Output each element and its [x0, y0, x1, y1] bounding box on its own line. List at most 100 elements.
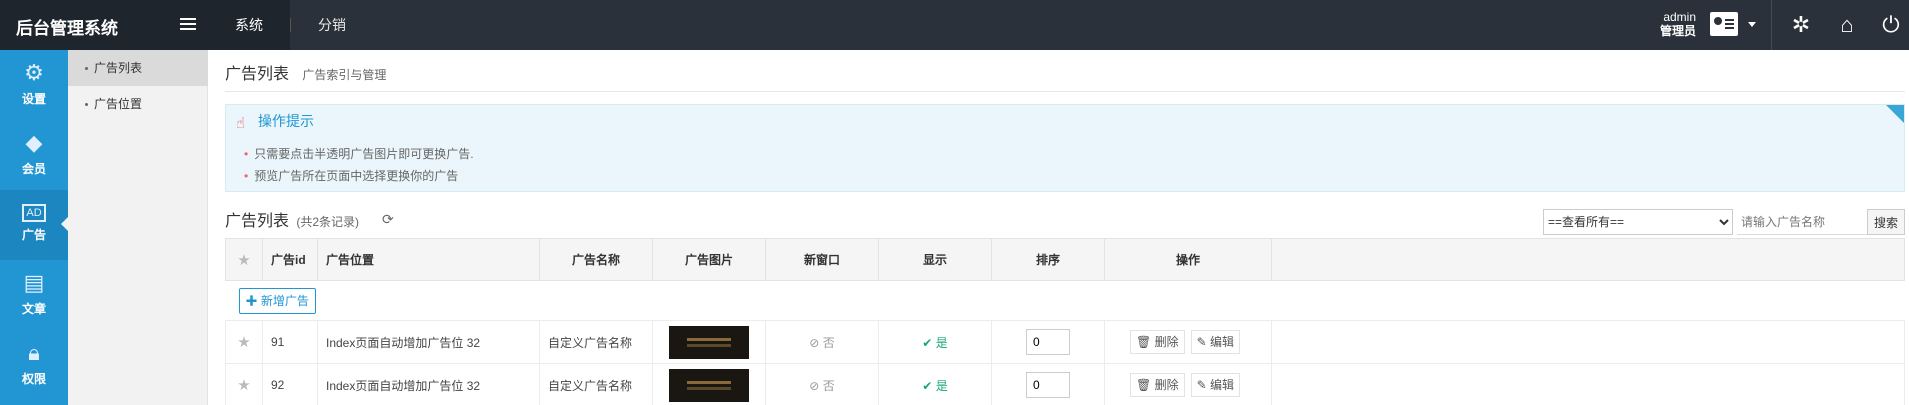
- record-count: (共2条记录): [296, 215, 360, 229]
- bullet-icon: [85, 67, 88, 71]
- edit-button[interactable]: ✎ 编辑: [1190, 330, 1240, 354]
- check-circle-icon: ✔: [922, 378, 936, 393]
- menu-toggle-icon[interactable]: [180, 18, 196, 32]
- show-toggle[interactable]: ✔ 是: [878, 320, 992, 364]
- disabled-icon: ⊘: [809, 335, 823, 350]
- diamond-icon: ◆: [25, 130, 43, 155]
- sidebar-item-label: 设置: [21, 92, 46, 106]
- list-header: 广告列表 (共2条记录) ⟳ ==查看所有== 搜索: [225, 207, 1905, 237]
- spacer-cell: [1271, 363, 1905, 405]
- collapse-icon[interactable]: [1886, 105, 1904, 123]
- delete-button[interactable]: 🗑︎ 删除: [1130, 373, 1185, 397]
- spacer-cell: [1271, 320, 1905, 364]
- subnav-item-ad-list[interactable]: 广告列表: [68, 50, 208, 86]
- column-header: 显示: [878, 238, 992, 281]
- sidebar-item-label: 广告: [21, 228, 46, 242]
- search-input[interactable]: [1737, 209, 1867, 235]
- hand-pointer-icon: ☝: [236, 115, 246, 132]
- sidebar-item-permissions[interactable]: 🔒︎ 权限: [0, 330, 68, 400]
- top-bar: 后台管理系统 系统 分销 admin 管理员 ✲ ⌂ ⏻: [0, 0, 1909, 50]
- sidebar-item-articles[interactable]: ▤ 文章: [0, 260, 68, 330]
- tip-item: 只需要点击半透明广告图片即可更换广告.: [244, 145, 473, 162]
- star-icon: ★: [237, 334, 251, 351]
- sidebar-item-members[interactable]: ◆ 会员: [0, 120, 68, 190]
- ad-name: 自定义广告名称: [539, 363, 653, 405]
- sidebar-item-settings[interactable]: ⚙ 设置: [0, 50, 68, 120]
- check-circle-icon: ✔: [922, 335, 936, 350]
- new-window-value: 否: [822, 378, 835, 393]
- sort-cell: [991, 363, 1105, 405]
- sort-input[interactable]: [1026, 329, 1070, 355]
- ad-position: Index页面自动增加广告位 32: [317, 320, 540, 364]
- search-button[interactable]: 搜索: [1867, 209, 1905, 235]
- table-row: ★ 92 Index页面自动增加广告位 32 自定义广告名称 ⊘ 否 ✔ 是 🗑…: [225, 363, 1905, 405]
- sort-cell: [991, 320, 1105, 364]
- column-header: 新窗口: [765, 238, 879, 281]
- home-icon[interactable]: ⌂: [1834, 12, 1860, 38]
- tips-panel: ☝ 操作提示 只需要点击半透明广告图片即可更换广告. 预览广告所在页面中选择更换你…: [225, 104, 1905, 192]
- ad-image[interactable]: [669, 368, 749, 402]
- user-name: admin: [1663, 10, 1697, 24]
- add-ad-label: 新增广告: [260, 294, 309, 308]
- row-star[interactable]: ★: [225, 363, 263, 405]
- power-icon[interactable]: ⏻: [1878, 12, 1904, 38]
- id-card-icon[interactable]: [1710, 12, 1738, 36]
- main-content: 广告列表 广告索引与管理 ☝ 操作提示 只需要点击半透明广告图片即可更换广告. 预…: [225, 50, 1909, 405]
- sidebar-item-label: 文章: [21, 302, 46, 316]
- ad-image[interactable]: [669, 325, 749, 359]
- position-filter-select[interactable]: ==查看所有==: [1543, 209, 1733, 235]
- page-subtitle: 广告索引与管理: [302, 68, 387, 82]
- star-icon: ★: [237, 377, 251, 394]
- add-ad-button[interactable]: ✚ 新增广告: [238, 287, 316, 314]
- ad-image-cell: [652, 320, 766, 364]
- page-header: 广告列表 广告索引与管理: [225, 60, 1905, 92]
- select-all-star[interactable]: ★: [225, 238, 263, 281]
- new-window-value: 否: [822, 335, 835, 350]
- edit-label: 编辑: [1209, 335, 1234, 349]
- tip-item: 预览广告所在页面中选择更换你的广告: [244, 167, 458, 184]
- chevron-down-icon[interactable]: [1748, 22, 1756, 27]
- sidebar-item-label: 权限: [21, 372, 46, 386]
- tips-title: 操作提示: [258, 113, 314, 129]
- table-header-row: ★ 广告id 广告位置 广告名称 广告图片 新窗口 显示 排序 操作: [225, 238, 1905, 281]
- ad-position: Index页面自动增加广告位 32: [317, 363, 540, 405]
- bullet-icon: [85, 103, 88, 107]
- star-icon: ★: [237, 251, 251, 269]
- topnav-item-system[interactable]: 系统: [208, 0, 290, 50]
- plus-icon: ✚: [245, 294, 261, 308]
- edit-button[interactable]: ✎ 编辑: [1190, 373, 1240, 397]
- subnav-item-ad-position[interactable]: 广告位置: [68, 86, 208, 122]
- user-role: 管理员: [1660, 24, 1697, 38]
- gear-icon: ⚙: [24, 60, 44, 85]
- user-info[interactable]: admin 管理员: [1660, 10, 1696, 38]
- sidebar-item-label: 会员: [21, 162, 46, 176]
- refresh-icon[interactable]: ⟳: [382, 211, 394, 228]
- subnav-item-label: 广告列表: [94, 61, 143, 75]
- lock-icon: 🔒︎: [28, 340, 40, 365]
- column-header: 广告名称: [539, 238, 653, 281]
- icon-sidebar: ⚙ 设置 ◆ 会员 AD 广告 ▤ 文章 🔒︎ 权限: [0, 50, 68, 405]
- ad-name: 自定义广告名称: [539, 320, 653, 364]
- new-window-toggle[interactable]: ⊘ 否: [765, 320, 879, 364]
- sort-input[interactable]: [1026, 372, 1070, 398]
- column-header-spacer: [1271, 238, 1905, 281]
- ad-icon: AD: [22, 204, 46, 222]
- show-value: 是: [935, 335, 948, 350]
- trash-icon: 🗑︎: [1136, 335, 1155, 349]
- topnav-item-distribution[interactable]: 分销: [291, 0, 373, 50]
- tips-header[interactable]: ☝ 操作提示: [236, 111, 314, 132]
- edit-label: 编辑: [1209, 378, 1234, 392]
- delete-button[interactable]: 🗑︎ 删除: [1130, 330, 1185, 354]
- new-window-toggle[interactable]: ⊘ 否: [765, 363, 879, 405]
- cluster-icon[interactable]: ✲: [1788, 12, 1814, 38]
- list-title: 广告列表: [225, 213, 290, 230]
- row-star[interactable]: ★: [225, 320, 263, 364]
- show-toggle[interactable]: ✔ 是: [878, 363, 992, 405]
- delete-label: 删除: [1154, 335, 1179, 349]
- column-header: 排序: [991, 238, 1105, 281]
- actions-cell: 🗑︎ 删除 ✎ 编辑: [1104, 363, 1272, 405]
- edit-icon: ✎: [1196, 378, 1210, 392]
- sidebar-item-ads[interactable]: AD 广告: [0, 190, 68, 260]
- divider: [1771, 0, 1772, 50]
- column-header: 操作: [1104, 238, 1272, 281]
